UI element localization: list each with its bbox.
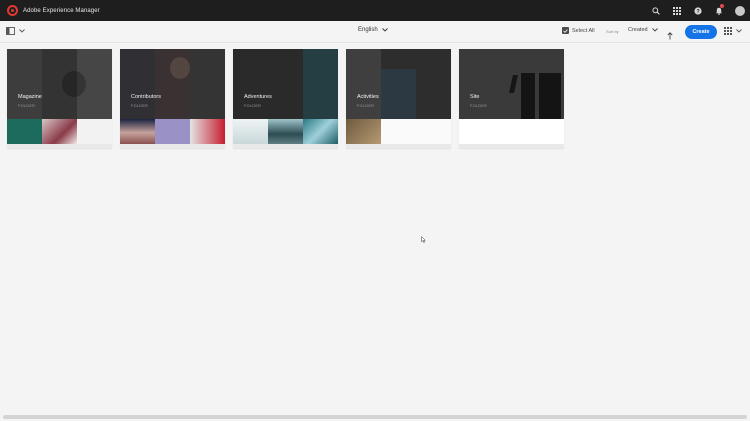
view-switcher-button[interactable] (724, 27, 742, 35)
folder-card-site[interactable]: Site FOLDER (459, 49, 564, 148)
apps-grid-icon[interactable] (666, 0, 687, 21)
select-all-button[interactable]: Select All (562, 27, 595, 34)
card-thumbnail-strip (120, 119, 225, 144)
user-avatar[interactable] (729, 0, 750, 21)
select-all-label: Select All (572, 27, 595, 34)
card-thumbnail-strip (459, 119, 564, 144)
card-title: Activities (357, 94, 379, 100)
card-title: Contributors (131, 94, 161, 100)
chevron-down-icon (651, 28, 658, 32)
card-thumbnail-strip (7, 119, 112, 144)
sort-by-value: Created (628, 27, 648, 33)
help-icon[interactable]: ? (687, 0, 708, 21)
chevron-down-icon (736, 29, 742, 33)
card-thumbnail (7, 49, 112, 119)
rail-toggle-button[interactable] (6, 27, 25, 35)
shell-header: Adobe Experience Manager ? (0, 0, 750, 21)
card-thumbnail-strip (233, 119, 338, 144)
card-type: FOLDER (18, 104, 36, 108)
card-title: Magazine (18, 94, 42, 100)
folder-card-contributors[interactable]: Contributors FOLDER (120, 49, 225, 148)
arrow-up-icon (667, 32, 673, 40)
sort-by-dropdown[interactable]: Created (628, 27, 658, 33)
card-view-icon (724, 27, 732, 35)
card-type: FOLDER (131, 104, 149, 108)
aem-logo-icon[interactable] (7, 5, 18, 16)
card-thumbnail (233, 49, 338, 119)
card-title: Site (470, 94, 480, 100)
card-type: FOLDER (470, 104, 488, 108)
chevron-down-icon (19, 29, 25, 33)
horizontal-scrollbar[interactable] (3, 415, 747, 419)
folder-card-magazine[interactable]: Magazine FOLDER (7, 49, 112, 148)
card-thumbnail (346, 49, 451, 119)
side-panel-icon (6, 27, 15, 35)
app-title[interactable]: Adobe Experience Manager (23, 8, 100, 14)
card-type: FOLDER (244, 104, 262, 108)
card-thumbnail (459, 49, 564, 119)
notification-badge (720, 4, 724, 8)
notifications-bell-icon[interactable] (708, 0, 729, 21)
card-title: Adventures (244, 94, 272, 100)
folder-card-activities[interactable]: Activities FOLDER (346, 49, 451, 148)
chevron-down-icon (381, 28, 388, 32)
folder-card-adventures[interactable]: Adventures FOLDER (233, 49, 338, 148)
card-type: FOLDER (357, 104, 375, 108)
language-label: English (358, 27, 378, 33)
sort-direction-button[interactable] (667, 27, 673, 45)
mouse-cursor-icon (421, 236, 426, 243)
action-bar: English Select All Sort by Created Creat… (0, 21, 750, 43)
sort-by-label: Sort by (606, 29, 619, 34)
checkbox-icon (562, 27, 569, 34)
card-thumbnail-strip (346, 119, 451, 144)
create-button[interactable]: Create (685, 25, 717, 39)
card-thumbnail (120, 49, 225, 119)
language-selector[interactable]: English (358, 27, 388, 33)
search-icon[interactable] (645, 0, 666, 21)
